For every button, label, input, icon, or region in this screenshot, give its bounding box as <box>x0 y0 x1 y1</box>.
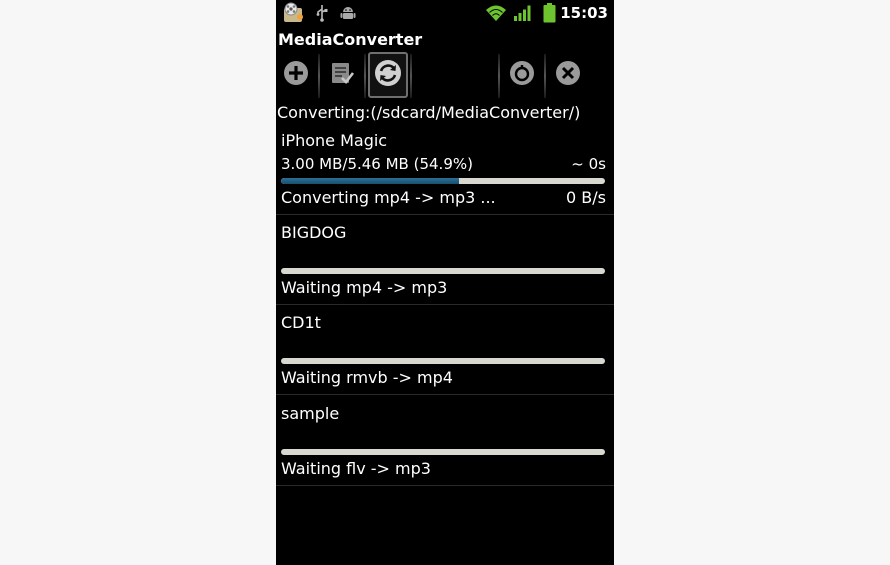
progress-bar <box>281 358 605 364</box>
task-eta: ~ 0s <box>571 155 606 173</box>
task-status: Waiting mp4 -> mp3 <box>281 278 448 297</box>
add-button[interactable] <box>276 52 316 98</box>
task-item[interactable]: iPhone Magic 3.00 MB/5.46 MB (54.9%) ~ 0… <box>276 128 614 215</box>
progress-bar <box>281 449 605 455</box>
toolbar-divider <box>410 54 412 98</box>
task-item[interactable]: CD1t Waiting rmvb -> mp4 <box>276 305 614 395</box>
toolbar-divider <box>498 54 500 98</box>
task-name: iPhone Magic <box>281 131 388 150</box>
progress-fill <box>281 178 459 184</box>
convert-refresh-icon <box>373 58 403 92</box>
task-status: Converting mp4 -> mp3 ... <box>281 188 496 207</box>
toolbar <box>276 52 614 100</box>
progress-bar <box>281 178 605 184</box>
toolbar-divider <box>544 54 546 98</box>
task-size: 3.00 MB/5.46 MB (54.9%) <box>281 155 473 173</box>
task-item[interactable]: BIGDOG Waiting mp4 -> mp3 <box>276 215 614 305</box>
cancel-button[interactable] <box>548 52 588 98</box>
timer-button[interactable] <box>502 52 542 98</box>
phone-screen: 15:03 MediaConverter Converting:(/sdcard… <box>276 0 614 565</box>
convert-button[interactable] <box>368 52 408 98</box>
signal-icon <box>513 4 533 26</box>
toolbar-divider <box>318 54 320 98</box>
wifi-icon <box>485 4 507 26</box>
task-speed: 0 B/s <box>566 188 606 207</box>
timer-icon <box>509 60 535 90</box>
converting-path-label: Converting:(/sdcard/MediaConverter/) <box>277 103 581 122</box>
add-icon <box>283 60 309 90</box>
android-debug-icon <box>340 5 356 25</box>
task-item[interactable]: sample Waiting flv -> mp3 <box>276 395 614 486</box>
toolbar-divider <box>364 54 366 98</box>
task-list-icon <box>329 60 355 90</box>
task-status: Waiting rmvb -> mp4 <box>281 368 453 387</box>
progress-bar <box>281 268 605 274</box>
media-converter-app-icon <box>282 2 306 28</box>
task-list-button[interactable] <box>322 52 362 98</box>
task-name: CD1t <box>281 313 321 332</box>
task-name: sample <box>281 404 340 423</box>
cancel-icon <box>555 60 581 90</box>
usb-icon <box>315 4 329 26</box>
status-time: 15:03 <box>560 4 608 22</box>
app-title: MediaConverter <box>278 30 423 49</box>
task-status: Waiting flv -> mp3 <box>281 459 431 478</box>
task-name: BIGDOG <box>281 223 347 242</box>
status-bar: 15:03 <box>276 0 614 27</box>
battery-icon <box>543 3 556 27</box>
